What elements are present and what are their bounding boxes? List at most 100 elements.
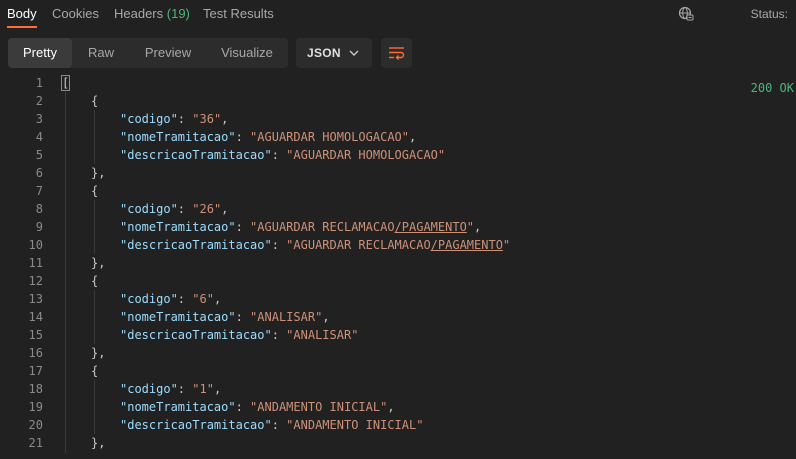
- format-dropdown[interactable]: JSON: [296, 38, 372, 68]
- json-bracket: {: [91, 94, 99, 108]
- json-comma: ,: [213, 382, 222, 396]
- json-string-value: "1: [192, 382, 207, 396]
- line-number: 16: [28, 346, 43, 360]
- json-bracket: },: [91, 436, 106, 450]
- line-number: 9: [35, 220, 43, 234]
- line-number: 13: [28, 292, 43, 306]
- code-line: 11},: [0, 254, 796, 272]
- json-string-link: /PAGAMENTO: [430, 238, 503, 252]
- code-line: 18 "codigo": "1",: [0, 380, 796, 398]
- tab-headers-label: Headers: [114, 6, 164, 21]
- json-string-value: "AGUARDAR HOMOLOGACAO: [250, 130, 402, 144]
- code-line: 13 "codigo": "6",: [0, 290, 796, 308]
- code-line: 19 "nomeTramitacao": "ANDAMENTO INICIAL",: [0, 398, 796, 416]
- json-string-value: "ANDAMENTO INICIAL: [250, 400, 381, 414]
- code-line: 16},: [0, 344, 796, 362]
- json-colon: :: [271, 148, 287, 162]
- json-colon: :: [271, 328, 287, 342]
- code-line-text: },: [91, 164, 105, 182]
- code-line-text: },: [91, 254, 105, 272]
- code-line: 10 "descricaoTramitacao": "AGUARDAR RECLA…: [0, 236, 796, 254]
- wrap-lines-button[interactable]: [381, 38, 412, 68]
- line-number: 7: [35, 184, 43, 198]
- code-line-text: {: [91, 182, 98, 200]
- tab-body[interactable]: Body: [7, 6, 37, 22]
- response-body-viewer[interactable]: 1[2{3 "codigo": "36", 4 "nomeTramitacao": "…: [0, 74, 796, 453]
- line-number: 21: [28, 436, 43, 450]
- code-line-text: "nomeTramitacao": "AGUARDAR HOMOLOGACAO"…: [120, 128, 416, 146]
- code-line: 7{: [0, 182, 796, 200]
- code-line-text: {: [91, 362, 98, 380]
- code-line-text: },: [91, 344, 105, 362]
- code-line: 2{: [0, 92, 796, 110]
- line-number: 20: [28, 418, 43, 432]
- json-comma: ,: [221, 202, 229, 216]
- code-line-text: "nomeTramitacao": "ANALISAR",: [120, 308, 330, 326]
- json-key: "codigo": [120, 112, 178, 126]
- code-line-text: "codigo": "26",: [120, 200, 228, 218]
- json-key: "codigo": [120, 382, 178, 396]
- json-comma: ,: [221, 112, 229, 126]
- json-string-quote: ": [206, 382, 214, 396]
- code-line-text: "codigo": "36",: [120, 110, 228, 128]
- line-number: 15: [28, 328, 43, 342]
- code-line: 20 "descricaoTramitacao": "ANDAMENTO INIC…: [0, 416, 796, 434]
- code-line: 4 "nomeTramitacao": "AGUARDAR HOMOLOGACAO…: [0, 128, 796, 146]
- code-line: 15 "descricaoTramitacao": "ANALISAR": [0, 326, 796, 344]
- json-bracket: {: [91, 274, 99, 288]
- code-line-text: [: [60, 74, 71, 92]
- json-key: "codigo": [120, 202, 178, 216]
- json-colon: :: [177, 112, 193, 126]
- code-line-text: "descricaoTramitacao": "ANALISAR": [120, 326, 358, 344]
- json-key: "descricaoTramitacao": [120, 418, 272, 432]
- response-tabs: Body Cookies Headers (19) Test Results S…: [0, 0, 796, 95]
- code-line-text: "descricaoTramitacao": "AGUARDAR HOMOLOG…: [120, 146, 445, 164]
- json-string-value: "ANALISAR: [250, 310, 316, 324]
- code-line: 5 "descricaoTramitacao": "AGUARDAR HOMOLO…: [0, 146, 796, 164]
- indent-guide: [94, 380, 95, 434]
- tab-headers[interactable]: Headers (19): [114, 6, 190, 22]
- tab-test-results[interactable]: Test Results: [203, 6, 274, 22]
- tab-cookies[interactable]: Cookies: [52, 6, 99, 22]
- json-comma: ,: [409, 130, 417, 144]
- line-number: 11: [28, 256, 43, 270]
- json-colon: :: [271, 238, 287, 252]
- line-number: 3: [35, 112, 43, 126]
- line-number: 5: [35, 148, 43, 162]
- json-string-value: "AGUARDAR RECLAMACAO: [250, 220, 395, 234]
- json-key: "descricaoTramitacao": [120, 148, 272, 162]
- line-number: 2: [35, 94, 43, 108]
- indent-guide: [65, 92, 66, 453]
- indent-guide: [94, 290, 95, 344]
- json-colon: :: [235, 310, 251, 324]
- view-mode-visualize[interactable]: Visualize: [206, 38, 288, 68]
- json-colon: :: [177, 382, 193, 396]
- json-string-quote: ": [437, 148, 446, 162]
- json-string-quote: ": [416, 418, 424, 432]
- json-bracket: [: [60, 75, 71, 91]
- view-mode-pretty[interactable]: Pretty: [8, 38, 72, 68]
- code-line-text: "nomeTramitacao": "ANDAMENTO INICIAL",: [120, 398, 395, 416]
- line-number: 19: [28, 400, 43, 414]
- json-colon: :: [177, 202, 193, 216]
- json-colon: :: [235, 220, 251, 234]
- code-line-text: "nomeTramitacao": "AGUARDAR RECLAMACAO/P…: [120, 218, 481, 236]
- format-dropdown-value: JSON: [307, 46, 341, 60]
- code-line-text: "codigo": "1",: [120, 380, 221, 398]
- view-mode-preview[interactable]: Preview: [130, 38, 206, 68]
- network-globe-icon[interactable]: [678, 6, 694, 22]
- json-string-quote: ": [206, 292, 214, 306]
- chevron-down-icon: [349, 50, 359, 56]
- json-key: "descricaoTramitacao": [120, 238, 272, 252]
- active-tab-indicator: [7, 26, 37, 28]
- json-key: "nomeTramitacao": [120, 130, 236, 144]
- json-key: "nomeTramitacao": [120, 310, 236, 324]
- view-mode-raw[interactable]: Raw: [72, 38, 130, 68]
- line-number: 6: [35, 166, 43, 180]
- line-number: 17: [28, 364, 43, 378]
- line-number: 14: [28, 310, 43, 324]
- json-string-value: "36: [192, 112, 214, 126]
- line-number: 12: [28, 274, 43, 288]
- json-colon: :: [177, 292, 193, 306]
- status-label: Status:: [750, 7, 788, 21]
